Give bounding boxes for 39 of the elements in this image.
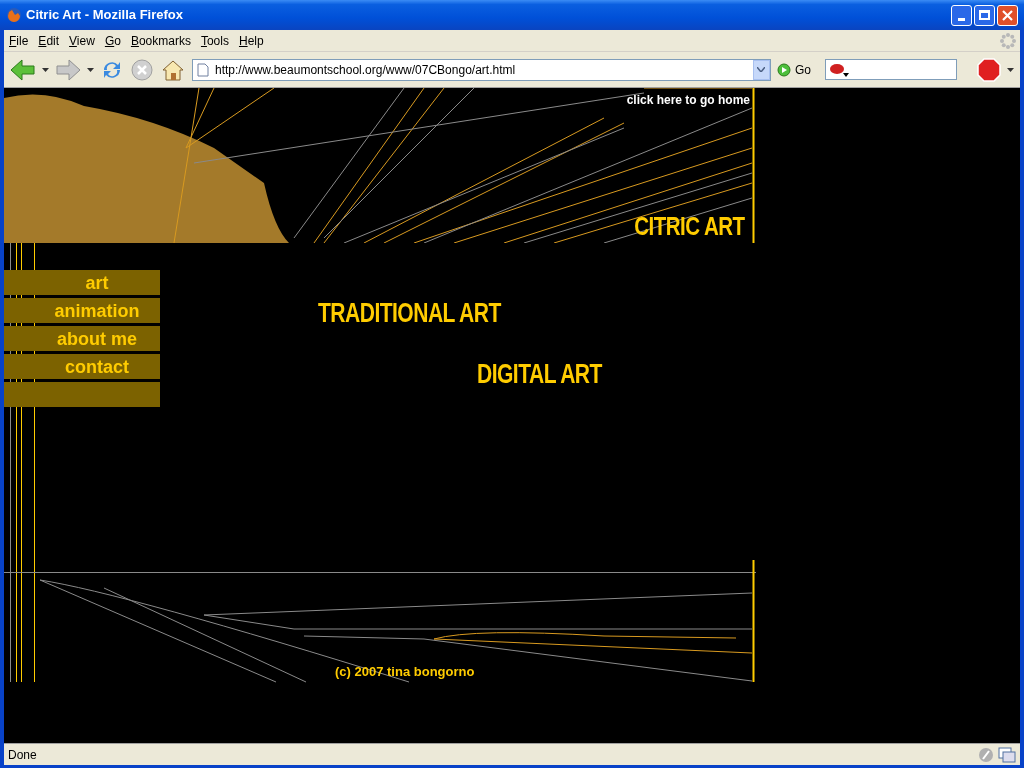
throbber-icon (999, 31, 1017, 50)
close-button[interactable] (997, 4, 1018, 26)
section-link[interactable]: TRADITIONAL ART (318, 300, 567, 327)
menu-item[interactable]: Go (99, 31, 126, 50)
menu-item[interactable]: Bookmarks (125, 31, 196, 50)
close-icon (1002, 9, 1013, 21)
window-title: Citric Art - Mozilla Firefox (26, 6, 184, 25)
status-text: Done (8, 746, 38, 764)
play-circle-icon (777, 62, 791, 77)
maximize-button[interactable] (974, 4, 995, 26)
caret-icon[interactable] (42, 67, 49, 72)
menu-item[interactable]: Tools (195, 31, 234, 50)
menu-item[interactable]: Edit (33, 31, 65, 50)
address-text: http://www.beaumontschool.org/www/07CBongo/art.html (215, 61, 517, 79)
minimize-button[interactable] (951, 4, 972, 26)
site-title: CITRIC ART (633, 214, 744, 239)
search-field[interactable] (825, 59, 957, 80)
back-arrow-icon[interactable] (10, 57, 36, 82)
address-field[interactable]: http://www.beaumontschool.org/www/07CBongo/art.html (192, 58, 771, 81)
caret-icon[interactable] (87, 67, 94, 72)
nav-item[interactable]: animation (4, 298, 160, 323)
caret-icon[interactable] (1007, 67, 1014, 72)
adblock-icon[interactable] (977, 57, 1001, 82)
window-icon (998, 746, 1016, 763)
section-link[interactable]: DIGITAL ART (477, 361, 602, 388)
menu-item[interactable]: File (4, 31, 34, 50)
nav-item[interactable]: about me (4, 326, 160, 351)
search-engine-icon (829, 62, 849, 77)
menu-item[interactable]: View (64, 31, 100, 50)
home-link[interactable]: click here to go home (626, 91, 750, 109)
address-dropdown-button[interactable] (753, 59, 770, 80)
stop-icon[interactable] (130, 57, 154, 82)
go-button[interactable]: Go (777, 60, 811, 79)
browser-logo-icon (6, 7, 22, 23)
copyright-text: (c) 2007 tina bongorno (335, 663, 475, 681)
nav-item[interactable]: art (4, 270, 160, 295)
page-icon (197, 62, 209, 77)
nav-item[interactable]: contact (4, 354, 160, 379)
menu-item[interactable]: Help (233, 31, 269, 50)
